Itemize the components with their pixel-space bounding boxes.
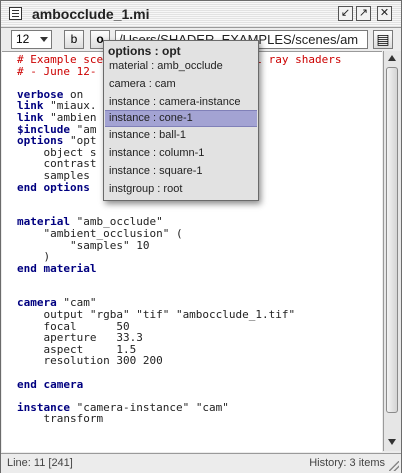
shrink-icon[interactable]: ↙: [338, 6, 353, 21]
scroll-up-icon[interactable]: [388, 55, 396, 61]
popup-item[interactable]: instance : square-1: [105, 163, 257, 180]
line-position: Line: 11 [241]: [7, 457, 73, 469]
title-bar[interactable]: ambocclude_1.mi ↙ ↗ ✕: [1, 1, 401, 28]
popup-item[interactable]: instance : ball-1: [105, 127, 257, 144]
popup-title: options : opt: [108, 44, 181, 58]
vertical-scrollbar[interactable]: [383, 51, 401, 451]
bold-button[interactable]: b: [64, 30, 84, 49]
chevron-down-icon: [40, 37, 48, 42]
close-icon[interactable]: ✕: [377, 6, 392, 21]
popup-item[interactable]: instance : camera-instance: [105, 94, 257, 111]
file-icon[interactable]: ▤: [373, 30, 393, 49]
scroll-thumb[interactable]: [386, 67, 398, 413]
scroll-down-button[interactable]: [384, 433, 401, 450]
popup-item[interactable]: instance : column-1: [105, 145, 257, 162]
document-icon[interactable]: [9, 7, 22, 20]
status-bar: Line: 11 [241] History: 3 items: [1, 453, 401, 473]
window-title: ambocclude_1.mi: [32, 6, 150, 22]
popup-item[interactable]: camera : cam: [105, 76, 257, 93]
popup-item[interactable]: material : amb_occlude: [105, 58, 257, 75]
popup-item[interactable]: instgroup : root: [105, 181, 257, 198]
history-count: History: 3 items: [309, 457, 385, 469]
font-size-value: 12: [16, 32, 30, 46]
expand-icon[interactable]: ↗: [356, 6, 371, 21]
scroll-down-icon: [388, 439, 396, 445]
popup-item-selected[interactable]: instance : cone-1: [105, 110, 257, 127]
object-navigator-popup: options : opt material : amb_occlude cam…: [103, 40, 259, 201]
font-size-select[interactable]: 12: [11, 30, 52, 49]
resize-grip-icon[interactable]: [389, 461, 399, 471]
